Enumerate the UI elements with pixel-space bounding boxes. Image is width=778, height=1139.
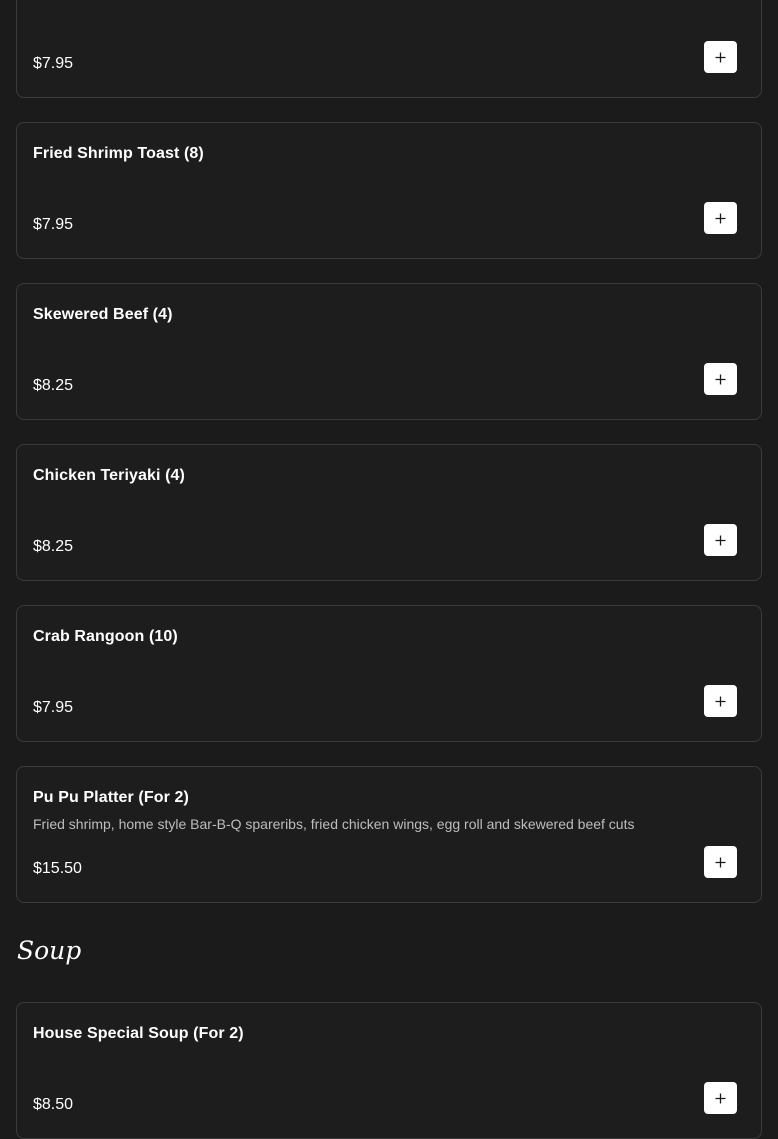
menu-item-price: $8.25 [33, 377, 74, 394]
menu-item-name: Crab Rangoon (10) [33, 628, 178, 645]
plus-icon [715, 213, 726, 223]
menu-item-price: $7.95 [33, 216, 74, 233]
plus-icon [715, 696, 726, 706]
menu-item-card[interactable]: Chicken Teriyaki (4) $8.25 [16, 444, 762, 581]
menu-item-description: Fried shrimp, home style Bar-B-Q spareri… [33, 816, 635, 832]
add-item-button[interactable] [704, 41, 737, 73]
menu-item-card[interactable]: Fried Shrimp Toast (8) $7.95 [16, 122, 762, 259]
add-item-button[interactable] [704, 524, 737, 556]
menu-item-card[interactable]: Pu Pu Platter (For 2) Fried shrimp, home… [16, 766, 762, 903]
menu-item-name: Chicken Teriyaki (4) [33, 467, 185, 484]
add-item-button[interactable] [704, 1082, 737, 1114]
plus-icon [715, 52, 726, 62]
plus-icon [715, 1093, 726, 1103]
menu-item-price: $15.50 [33, 860, 82, 877]
menu-item-price: $7.95 [33, 699, 74, 716]
plus-icon [715, 857, 726, 867]
add-item-button[interactable] [704, 685, 737, 717]
menu-item-name: Skewered Beef (4) [33, 306, 173, 323]
menu-item-card[interactable]: House Special Soup (For 2) $8.50 [16, 1002, 762, 1139]
add-item-button[interactable] [704, 846, 737, 878]
section-title-soup: Soup [17, 936, 82, 965]
menu-item-price: $7.95 [33, 55, 74, 72]
menu-item-price: $8.50 [33, 1096, 74, 1113]
add-item-button[interactable] [704, 202, 737, 234]
menu-item-name: House Special Soup (For 2) [33, 1025, 244, 1042]
add-item-button[interactable] [704, 363, 737, 395]
soup-list: House Special Soup (For 2) $8.50 [0, 1002, 778, 1139]
menu-item-card[interactable]: Skewered Beef (4) $8.25 [16, 283, 762, 420]
menu-item-price: $8.25 [33, 538, 74, 555]
menu-item-name: Fried Shrimp Toast (8) [33, 145, 204, 162]
menu-item-card[interactable]: Crab Rangoon (10) $7.95 [16, 605, 762, 742]
plus-icon [715, 374, 726, 384]
menu-page: $7.95 Fried Shrimp Toast (8) $7.95 Skewe… [0, 0, 778, 1139]
appetizer-list: $7.95 Fried Shrimp Toast (8) $7.95 Skewe… [0, 0, 778, 903]
plus-icon [715, 535, 726, 545]
menu-item-name: Pu Pu Platter (For 2) [33, 789, 189, 806]
menu-item-card[interactable]: $7.95 [16, 0, 762, 98]
